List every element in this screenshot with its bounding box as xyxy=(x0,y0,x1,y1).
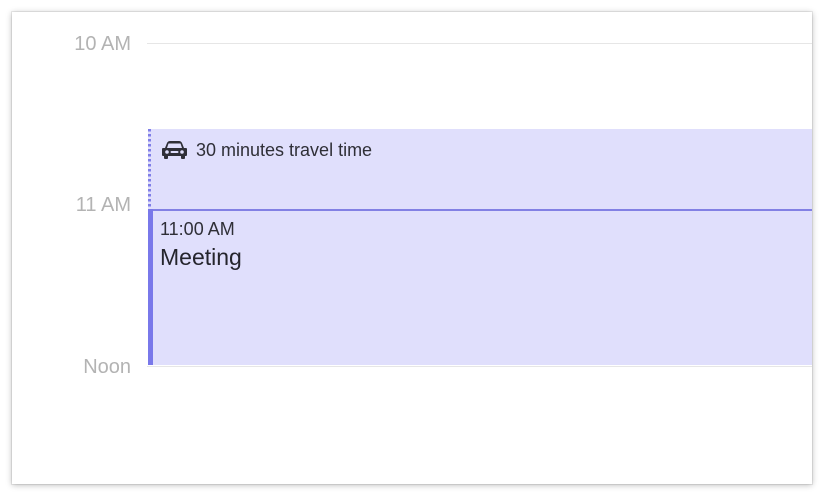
event-start-time: 11:00 AM xyxy=(160,219,235,239)
hour-label-10am: 10 AM xyxy=(74,33,131,55)
event-accent-bar xyxy=(148,209,153,365)
car-icon xyxy=(161,140,188,160)
hour-label-noon: Noon xyxy=(83,356,131,378)
hour-label-11am: 11 AM xyxy=(75,194,131,216)
travel-time-text: 30 minutes travel time xyxy=(196,139,373,160)
event-meeting[interactable]: 11:00 AM Meeting xyxy=(148,209,812,365)
travel-time-dotted-bar xyxy=(148,129,151,209)
travel-time-row: 30 minutes travel time xyxy=(161,139,372,161)
calendar-day-view: 10 AM 11 AM Noon 30 minutes travel time xyxy=(12,12,812,484)
hour-line-noon xyxy=(147,366,812,367)
travel-time-block[interactable]: 30 minutes travel time xyxy=(148,129,812,209)
event-title: Meeting xyxy=(160,244,242,270)
hour-line-10am xyxy=(147,43,812,44)
screenshot-stage: 10 AM 11 AM Noon 30 minutes travel time xyxy=(0,0,824,495)
